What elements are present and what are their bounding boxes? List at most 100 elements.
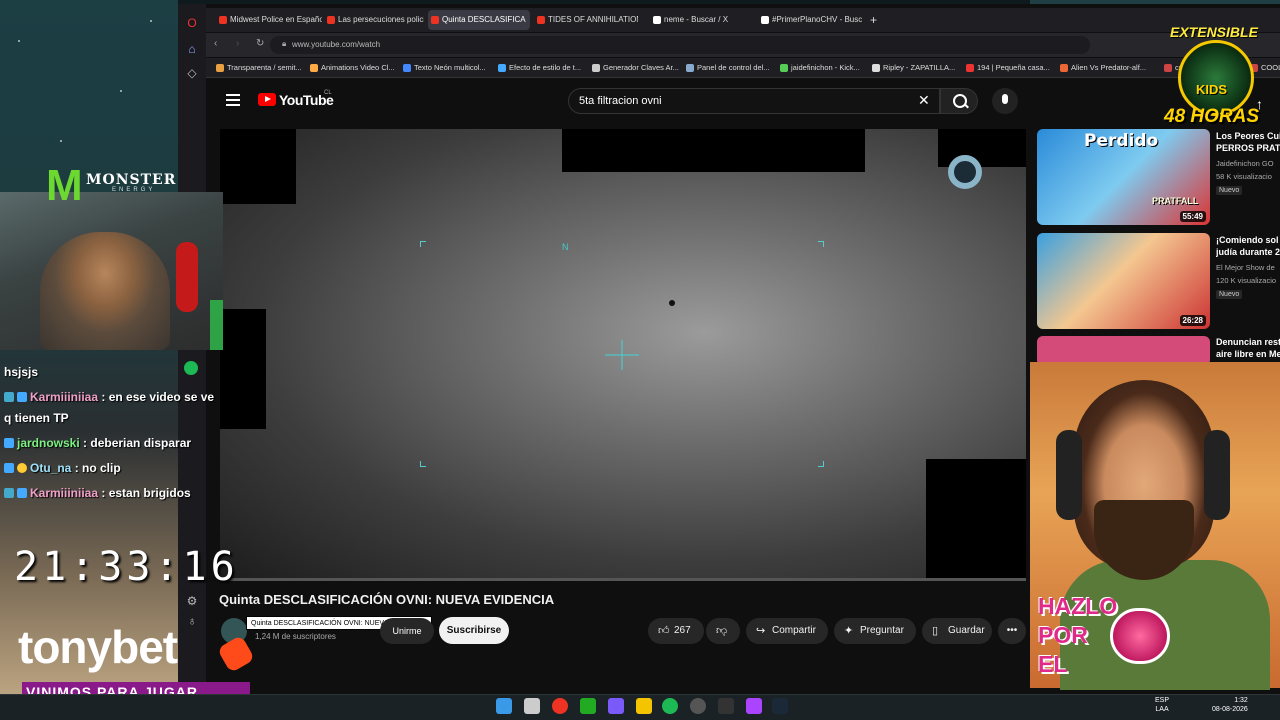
save-button[interactable]: ▯ Guardar xyxy=(922,618,992,644)
tab-tides-of-annihilation[interactable]: TIDES OF ANNIHILATION xyxy=(534,10,638,30)
share-icon: ↪ xyxy=(756,625,766,637)
bookmark-item[interactable]: Panel de control del... xyxy=(686,61,770,75)
discord-icon[interactable] xyxy=(608,698,624,714)
opera-logo-icon[interactable]: O xyxy=(185,16,199,30)
bookmark-item[interactable]: Animations Video Cl... xyxy=(310,61,395,75)
new-badge: Nuevo xyxy=(1216,186,1243,195)
voice-search-icon[interactable] xyxy=(992,88,1018,114)
tab-persecuciones[interactable]: Las persecuciones policial xyxy=(324,10,424,30)
stream-clock: 21:33:16 xyxy=(14,544,239,590)
recommendation-thumbnail[interactable]: 26:28 xyxy=(1037,233,1210,329)
start-icon[interactable] xyxy=(496,698,512,714)
video-progress-bar[interactable] xyxy=(220,578,1026,581)
hud-corner xyxy=(818,461,824,467)
xbox-icon[interactable] xyxy=(580,698,596,714)
bookmark-item[interactable]: Generador Claves Ar... xyxy=(592,61,679,75)
bookmark-item[interactable]: 194 | Pequeña casa... xyxy=(966,61,1050,75)
opera-icon[interactable] xyxy=(552,698,568,714)
tab-label: Midwest Police en Españo xyxy=(230,15,322,24)
bookmark-item[interactable]: Efecto de estilo de t... xyxy=(498,61,581,75)
subscribe-button[interactable]: Suscribirse xyxy=(439,617,509,644)
recommendation-title[interactable]: aire libre en Me xyxy=(1216,349,1280,360)
bookmark-item[interactable]: Transparenta / semit... xyxy=(216,61,302,75)
bookmark-item[interactable]: COOL xyxy=(1250,61,1280,75)
chat-message: jardnowski : deberian disparar xyxy=(4,436,191,450)
hazlo-por-el-text: HAZLO POR EL xyxy=(1038,592,1117,679)
stream-chat: hsjsjs Karmiiiniiaa : en ese video se ve… xyxy=(0,350,260,510)
heart-icon xyxy=(1110,608,1170,664)
video-duration: 26:28 xyxy=(1179,315,1206,326)
diamond-icon[interactable]: ◇ xyxy=(185,66,199,80)
chat-message: q tienen TP xyxy=(4,411,69,425)
like-count: 267 xyxy=(674,625,691,636)
hud-corner xyxy=(818,241,824,247)
tab-midwest-police[interactable]: Midwest Police en Españo xyxy=(216,10,322,30)
dislike-button[interactable]: 👎︎ xyxy=(706,618,740,644)
recommendation-views: 120 K visualizacio xyxy=(1216,276,1277,285)
back-icon[interactable]: ‹ xyxy=(214,38,217,49)
language-indicator[interactable]: ESP LAA xyxy=(1155,696,1169,714)
recommendation-title[interactable]: judía durante 2 xyxy=(1216,247,1280,258)
green-light xyxy=(210,300,223,350)
url-text: www.youtube.com/watch xyxy=(292,40,381,49)
video-title: Quinta DESCLASIFICACIÓN OVNI: NUEVA EVID… xyxy=(219,592,555,607)
steam-icon[interactable] xyxy=(772,698,788,714)
recommendation-title[interactable]: Los Peores Cui xyxy=(1216,131,1280,142)
chat-text: q tienen TP xyxy=(4,411,69,425)
hazlo-line: EL xyxy=(1038,651,1068,677)
ask-button[interactable]: ✦ Preguntar xyxy=(834,618,916,644)
tab-x-search-neme[interactable]: neme - Buscar / X xyxy=(650,10,746,30)
chat-text: hsjsjs xyxy=(4,365,39,379)
recommendation-title[interactable]: Denuncian rest xyxy=(1216,337,1280,348)
home-icon[interactable]: ⌂ xyxy=(185,42,199,56)
hud-crosshair-icon xyxy=(605,340,639,370)
hamburger-menu-icon[interactable] xyxy=(226,94,240,106)
search-button[interactable] xyxy=(940,88,978,114)
bookmark-item[interactable]: Texto Neón multicol... xyxy=(403,61,486,75)
join-button[interactable]: Unirme xyxy=(380,618,434,644)
tab-quinta-desclasificacion[interactable]: Quinta DESCLASIFICA xyxy=(428,10,530,30)
obs-icon[interactable] xyxy=(690,698,706,714)
chat-message: Otu_na : no clip xyxy=(4,461,121,475)
bookmark-item[interactable]: Alien Vs Predator-alf... xyxy=(1060,61,1146,75)
lightbulb-icon[interactable]: ♁ xyxy=(185,614,199,628)
youtube-logo-icon[interactable] xyxy=(258,93,276,106)
tab-label: Las persecuciones policial xyxy=(338,15,424,24)
app-icon[interactable] xyxy=(718,698,734,714)
reload-icon[interactable]: ↻ xyxy=(256,38,264,49)
bookmark-icon: ▯ xyxy=(932,625,939,637)
bookmark-item[interactable]: Ripley - ZAPATILLA... xyxy=(872,61,955,75)
recommendation-title[interactable]: PERROS PRAT xyxy=(1216,143,1280,154)
bookmark-item[interactable]: jaidefinichon - Kick... xyxy=(780,61,860,75)
like-button[interactable]: 👍︎ 267 xyxy=(648,618,704,644)
recommendation-title[interactable]: ¡Comiendo sol xyxy=(1216,235,1280,246)
monster-logo-icon: M xyxy=(46,161,83,210)
folder-icon[interactable] xyxy=(636,698,652,714)
task-view-icon[interactable] xyxy=(524,698,540,714)
chat-username: Karmiiiniiaa xyxy=(30,486,99,500)
country-code: CL xyxy=(324,90,332,96)
clear-search-icon[interactable]: ✕ xyxy=(918,93,930,107)
headphones-icon xyxy=(1056,430,1082,520)
video-duration: 55:49 xyxy=(1179,211,1206,222)
new-tab-button[interactable]: + xyxy=(866,10,882,30)
chat-text: : no clip xyxy=(74,461,121,475)
taskbar-clock[interactable]: 1:32 08-08-2026 xyxy=(1212,696,1248,714)
forward-icon[interactable]: › xyxy=(236,38,239,49)
subscriber-count: 1,24 M de suscriptores xyxy=(255,632,336,641)
youtube-favicon-icon xyxy=(431,16,439,24)
tab-label: Quinta DESCLASIFICA xyxy=(442,15,526,24)
hazlo-line: POR xyxy=(1038,622,1088,648)
more-options-icon[interactable]: ••• xyxy=(998,618,1026,644)
ask-label: Preguntar xyxy=(860,625,904,636)
share-button[interactable]: ↪ Compartir xyxy=(746,618,828,644)
youtube-favicon-icon xyxy=(219,16,227,24)
tab-x-primerplano[interactable]: #PrimerPlanoCHV - Busca xyxy=(758,10,862,30)
app-icon[interactable] xyxy=(746,698,762,714)
spotify-taskbar-icon[interactable] xyxy=(662,698,678,714)
url-field[interactable]: www.youtube.com/watch xyxy=(270,36,1090,54)
settings-icon[interactable]: ⚙ xyxy=(185,594,199,608)
search-input[interactable]: 5ta filtracion ovni xyxy=(568,88,940,114)
chat-message: Karmiiiniiaa : en ese video se ve xyxy=(4,390,214,404)
sub-badge-icon xyxy=(17,488,27,498)
